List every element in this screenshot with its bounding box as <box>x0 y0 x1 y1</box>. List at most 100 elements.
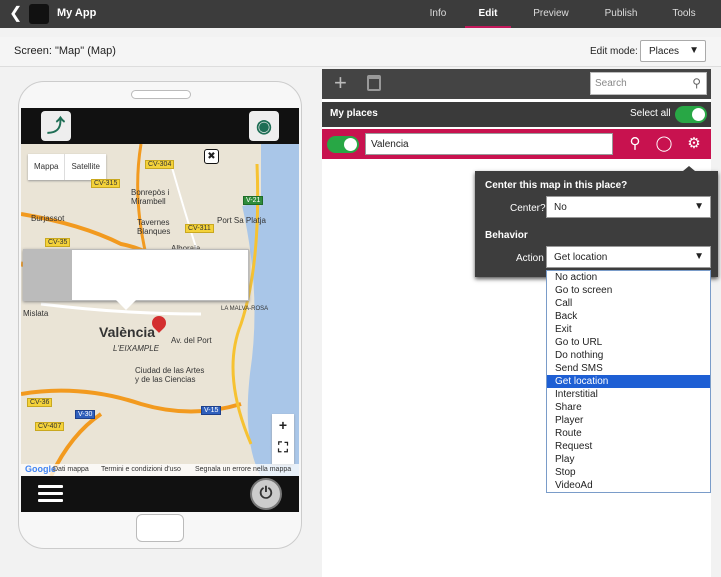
action-label: Action <box>516 253 544 264</box>
phone-home-button <box>136 514 184 542</box>
action-option[interactable]: Player <box>547 414 710 427</box>
zoom-in-button[interactable]: + <box>272 414 294 436</box>
road-label: CV-407 <box>35 422 65 431</box>
map-report-link[interactable]: Segnala un errore nella mappa <box>195 466 291 473</box>
map-place-label: Mislata <box>23 309 49 318</box>
phone-preview: ⤴ ◉ Mappa Satellite ✖ CV-304 CV-315 CV-3… <box>18 81 302 549</box>
center-select[interactable]: No ▼ <box>546 196 711 218</box>
screen-title: Screen: "Map" (Map) <box>14 45 116 57</box>
action-option[interactable]: Back <box>547 310 710 323</box>
center-heading: Center this map in this place? <box>485 180 628 191</box>
action-value: Get location <box>554 252 608 263</box>
app-logo <box>29 4 49 24</box>
place-settings-popover: Center this map in this place? Center? N… <box>475 166 718 277</box>
action-option[interactable]: Interstitial <box>547 388 710 401</box>
dropdown-arrow-icon: ▼ <box>694 201 704 212</box>
map-settings-icon[interactable]: ✖ <box>204 149 219 164</box>
action-select[interactable]: Get location ▼ <box>546 246 711 268</box>
map-info-window[interactable] <box>23 249 249 310</box>
map-data-link[interactable]: Dati mappa <box>53 466 89 473</box>
trash-icon[interactable] <box>367 75 381 91</box>
action-option[interactable]: VideoAd <box>547 479 710 492</box>
select-all-toggle[interactable] <box>675 106 707 123</box>
center-label: Center? <box>510 203 546 214</box>
phone-speaker <box>131 90 191 99</box>
speech-bubble-icon[interactable]: ◯ <box>653 133 675 155</box>
map-place-label: Port Sa Platja <box>217 216 266 225</box>
google-logo: Google <box>25 464 56 474</box>
map-place-label: Ciudad de las Artes y de las Ciencias <box>135 366 205 384</box>
phone-footer: ⏻ <box>21 476 299 512</box>
place-row: Valencia ⚲ ◯ ⚙ <box>322 129 711 159</box>
action-option[interactable]: Send SMS <box>547 362 710 375</box>
place-name-field[interactable]: Valencia <box>365 133 613 155</box>
action-option[interactable]: Do nothing <box>547 349 710 362</box>
action-option[interactable]: Share <box>547 401 710 414</box>
search-icon: ⚲ <box>692 76 701 90</box>
action-option[interactable]: Route <box>547 427 710 440</box>
tab-publish[interactable]: Publish <box>596 0 646 28</box>
zoom-control: + ⛶ <box>272 414 294 464</box>
action-option-selected[interactable]: Get location <box>547 375 710 388</box>
road-label: CV-304 <box>145 160 175 169</box>
action-option[interactable]: Go to URL <box>547 336 710 349</box>
edit-mode-select[interactable]: Places ▼ <box>640 40 706 62</box>
tab-tools[interactable]: Tools <box>664 0 704 28</box>
edit-mode-value: Places <box>649 46 680 57</box>
map-terms-link[interactable]: Termini e condizioni d'uso <box>101 466 181 473</box>
action-option[interactable]: Request <box>547 440 710 453</box>
search-placeholder: Search <box>595 78 627 89</box>
edit-mode-label: Edit mode: <box>590 46 638 57</box>
action-option[interactable]: Call <box>547 297 710 310</box>
action-option[interactable]: Stop <box>547 466 710 479</box>
map-city-label: València <box>99 324 156 340</box>
add-icon[interactable]: + <box>334 72 347 94</box>
phone-header: ⤴ ◉ <box>21 108 299 144</box>
road-label: V-30 <box>75 410 96 419</box>
action-option[interactable]: No action <box>547 271 710 284</box>
location-pin-icon[interactable]: ⚲ <box>624 133 646 155</box>
map-type-satellite-button[interactable]: Satellite <box>64 154 105 180</box>
behavior-heading: Behavior <box>485 230 528 241</box>
map-view[interactable]: Mappa Satellite ✖ CV-304 CV-315 CV-35 CV… <box>21 144 299 476</box>
road-label: V-15 <box>201 406 222 415</box>
menu-icon[interactable] <box>38 485 63 503</box>
select-all-label: Select all <box>630 108 671 119</box>
screen-bar: Screen: "Map" (Map) Edit mode: Places ▼ <box>0 37 721 67</box>
tab-edit[interactable]: Edit <box>465 0 511 28</box>
action-option[interactable]: Exit <box>547 323 710 336</box>
map-place-label: Burjassot <box>31 214 65 223</box>
map-place-label: Tavernes Blanques <box>137 218 171 236</box>
map-type-map-button[interactable]: Mappa <box>28 154 64 180</box>
image-placeholder-icon <box>24 250 72 300</box>
map-type-control: Mappa Satellite <box>28 154 106 180</box>
map-attribution: Google Dati mappa Termini e condizioni d… <box>21 464 299 476</box>
gear-icon[interactable]: ⚙ <box>683 133 705 155</box>
road-label: CV-315 <box>91 179 121 188</box>
map-place-label: LA MALVA-ROSA <box>221 306 269 312</box>
road-label: CV-36 <box>27 398 53 407</box>
route-icon[interactable]: ⤴ <box>41 111 71 141</box>
action-option[interactable]: Play <box>547 453 710 466</box>
map-district-label: L'EIXAMPLE <box>113 344 159 353</box>
chevron-left-icon[interactable]: ❮ <box>9 5 23 23</box>
tab-preview[interactable]: Preview <box>524 0 578 28</box>
places-toolbar: + Search ⚲ <box>322 69 711 99</box>
top-bar: ❮ My App Info Edit Preview Publish Tools <box>0 0 721 28</box>
map-place-label: Bonrepòs i Mirambell <box>131 188 170 206</box>
tab-info[interactable]: Info <box>418 0 458 28</box>
power-icon[interactable]: ⏻ <box>250 478 282 510</box>
places-title: My places <box>330 108 378 119</box>
fullscreen-icon[interactable]: ⛶ <box>272 436 294 458</box>
action-options-list: No action Go to screen Call Back Exit Go… <box>546 270 711 493</box>
dropdown-arrow-icon: ▼ <box>689 45 699 56</box>
places-header: My places Select all <box>322 102 711 127</box>
center-value: No <box>554 202 567 213</box>
place-enabled-toggle[interactable] <box>327 136 359 153</box>
location-pin-icon[interactable]: ◉ <box>249 111 279 141</box>
road-label: V-21 <box>243 196 264 205</box>
action-option[interactable]: Go to screen <box>547 284 710 297</box>
road-label: CV-35 <box>45 238 71 247</box>
map-place-label: Av. del Port <box>171 336 212 345</box>
search-input[interactable]: Search ⚲ <box>590 72 707 95</box>
